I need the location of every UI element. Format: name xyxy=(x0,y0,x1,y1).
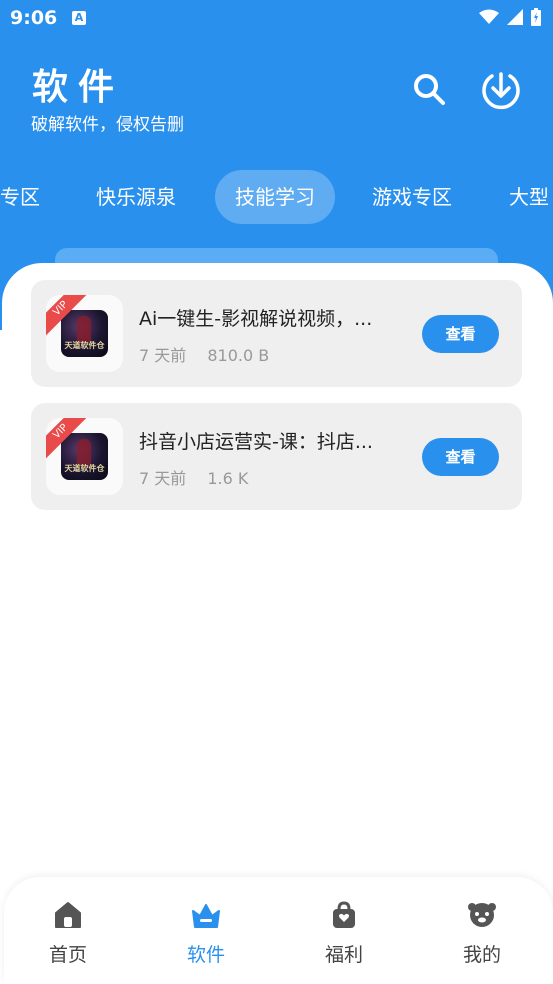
thumbnail-image: 天道软件仓 xyxy=(61,433,108,480)
home-icon xyxy=(55,902,81,928)
item-size: 810.0 B xyxy=(207,346,270,365)
status-icons xyxy=(479,8,541,26)
thumbnail-image: 天道软件仓 xyxy=(61,310,108,357)
notification-icon: A xyxy=(72,11,86,25)
nav-software-label: 软件 xyxy=(186,944,225,966)
tab-zone[interactable]: 专区 xyxy=(0,170,40,224)
profile-icon xyxy=(468,903,496,927)
page-title: 软件 xyxy=(32,67,125,108)
page-subtitle: 破解软件，侵权告删 xyxy=(31,115,184,135)
item-age: 7 天前 xyxy=(139,346,187,365)
item-meta: 7 天前 1.6 K xyxy=(139,465,264,489)
download-button[interactable] xyxy=(478,66,524,112)
list-item[interactable]: 天道软件仓 VIP Ai一键生-影视解说视频，... 7 天前 810.0 B … xyxy=(31,280,522,387)
nav-home[interactable]: 首页 xyxy=(8,877,128,984)
view-button[interactable]: 查看 xyxy=(422,315,499,353)
tab-skill-learning[interactable]: 技能学习 xyxy=(215,170,335,224)
item-meta: 7 天前 810.0 B xyxy=(139,342,285,366)
bag-icon xyxy=(333,901,355,928)
bottom-navigation: 首页 软件 福利 我的 xyxy=(4,877,553,984)
nav-profile[interactable]: 我的 xyxy=(422,877,542,984)
view-button[interactable]: 查看 xyxy=(422,438,499,476)
thumbnail-caption: 天道软件仓 xyxy=(64,464,105,473)
item-title: Ai一键生-影视解说视频，... xyxy=(139,308,373,330)
item-size: 1.6 K xyxy=(207,469,249,488)
list-item[interactable]: 天道软件仓 VIP 抖音小店运营实-课：抖店... 7 天前 1.6 K 查看 xyxy=(31,403,522,510)
download-icon xyxy=(482,72,520,110)
nav-profile-label: 我的 xyxy=(462,944,501,966)
tab-happy-source[interactable]: 快乐源泉 xyxy=(96,170,176,224)
item-age: 7 天前 xyxy=(139,469,187,488)
wifi-icon xyxy=(479,9,499,24)
battery-icon xyxy=(531,8,541,26)
nav-home-label: 首页 xyxy=(48,944,87,966)
item-title: 抖音小店运营实-课：抖店... xyxy=(139,431,373,453)
nav-welfare[interactable]: 福利 xyxy=(284,877,404,984)
nav-welfare-label: 福利 xyxy=(324,944,363,966)
thumbnail-caption: 天道软件仓 xyxy=(64,341,105,350)
tab-large[interactable]: 大型 xyxy=(509,170,549,224)
app-thumbnail: 天道软件仓 VIP xyxy=(46,295,123,372)
signal-icon xyxy=(507,9,523,25)
search-button[interactable] xyxy=(406,66,452,112)
status-time: 9:06 xyxy=(10,7,58,29)
app-thumbnail: 天道软件仓 VIP xyxy=(46,418,123,495)
status-bar: 9:06 A xyxy=(0,0,553,36)
crown-icon xyxy=(192,904,220,928)
tab-game-zone[interactable]: 游戏专区 xyxy=(372,170,452,224)
search-icon xyxy=(414,74,445,105)
category-tabs: 专区 快乐源泉 技能学习 游戏专区 大型 xyxy=(0,170,553,224)
nav-software[interactable]: 软件 xyxy=(146,877,266,984)
